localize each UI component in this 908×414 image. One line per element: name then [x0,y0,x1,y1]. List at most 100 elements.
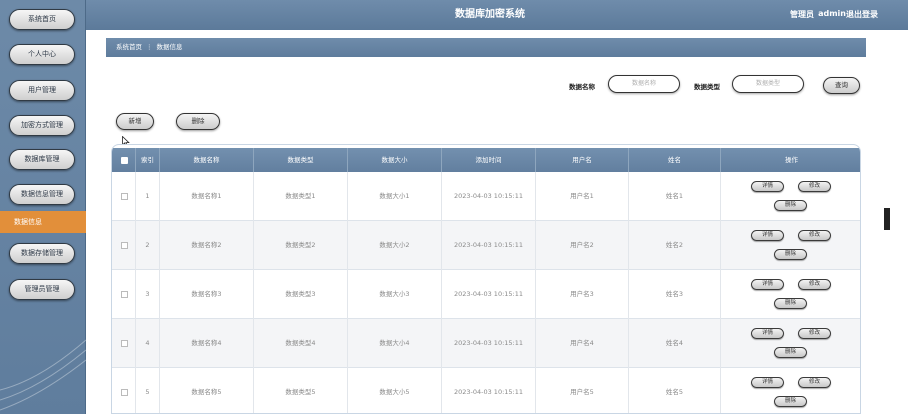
row-delete-button[interactable]: 删除 [774,347,807,358]
cell-index: 5 [136,368,160,413]
cell-name: 数据名称4 [160,319,254,368]
column-header-name: 数据名称 [160,148,254,172]
row-checkbox[interactable] [121,242,128,249]
cell-select [112,172,136,221]
row-delete-button[interactable]: 删除 [774,249,807,260]
data-name-input[interactable]: 数据名称 [608,75,680,93]
select-all-column [112,148,136,172]
detail-button[interactable]: 详情 [751,279,784,290]
sidebar-item-home[interactable]: 系统首页 [9,9,75,30]
sidebar-item-users[interactable]: 用户管理 [9,80,75,101]
breadcrumb: 系统首页 ⋮ 数据信息 [106,38,866,57]
sidebar-decoration [0,339,86,411]
logout-link[interactable]: 退出登录 [846,9,878,20]
sidebar: 系统首页 个人中心 用户管理 加密方式管理 数据库管理 数据信息管理 数据信息 … [0,0,86,414]
scroll-indicator[interactable] [884,208,890,230]
detail-button[interactable]: 详情 [751,328,784,339]
cell-realname: 姓名4 [629,319,721,368]
cell-type: 数据类型2 [254,221,348,270]
add-button[interactable]: 新增 [116,113,154,130]
cell-size: 数据大小3 [348,270,442,319]
data-type-label: 数据类型 [694,83,720,91]
query-button[interactable]: 查询 [823,77,860,94]
table-row: 4 数据名称4 数据类型4 数据大小4 2023-04-03 10:15:11 用户名4 姓… [112,319,860,368]
row-delete-button[interactable]: 删除 [774,298,807,309]
cell-type: 数据类型1 [254,172,348,221]
cell-index: 4 [136,319,160,368]
breadcrumb-home[interactable]: 系统首页 [116,43,142,51]
table-row: 2 数据名称2 数据类型2 数据大小2 2023-04-03 10:15:11 用户名2 姓… [112,221,860,270]
table-row: 5 数据名称5 数据类型5 数据大小5 2023-04-03 10:15:11 用户名5 姓… [112,368,860,413]
cell-select [112,319,136,368]
row-delete-button[interactable]: 删除 [774,200,807,211]
top-bar: 数据库加密系统 管理员 admin 退出登录 [86,0,908,30]
detail-button[interactable]: 详情 [751,181,784,192]
app-title: 数据库加密系统 [455,9,525,20]
sidebar-item-data-info[interactable]: 数据信息管理 [9,184,75,205]
edit-button[interactable]: 修改 [798,377,831,388]
detail-button[interactable]: 详情 [751,377,784,388]
cell-size: 数据大小4 [348,319,442,368]
column-header-type: 数据类型 [254,148,348,172]
row-checkbox[interactable] [121,193,128,200]
cell-size: 数据大小2 [348,221,442,270]
cell-username: 用户名5 [536,368,629,413]
cell-time: 2023-04-03 10:15:11 [442,319,536,368]
edit-button[interactable]: 修改 [798,230,831,241]
column-header-actions: 操作 [785,156,798,164]
cell-realname: 姓名2 [629,221,721,270]
column-header-realname: 姓名 [629,148,721,172]
sidebar-item-admins[interactable]: 管理员管理 [9,279,75,300]
sidebar-item-database[interactable]: 数据库管理 [9,149,75,170]
cell-type: 数据类型3 [254,270,348,319]
cell-type: 数据类型4 [254,319,348,368]
admin-username: admin [818,9,846,18]
delete-button[interactable]: 删除 [176,113,220,130]
cell-select [112,270,136,319]
select-all-checkbox[interactable] [121,157,128,164]
cell-username: 用户名1 [536,172,629,221]
edit-button[interactable]: 修改 [798,279,831,290]
breadcrumb-separator: ⋮ [146,43,153,51]
sidebar-item-storage[interactable]: 数据存储管理 [9,243,75,264]
row-actions: 详情 修改删除 [721,319,860,368]
sidebar-item-profile[interactable]: 个人中心 [9,44,75,65]
cell-index: 3 [136,270,160,319]
cell-username: 用户名4 [536,319,629,368]
detail-button[interactable]: 详情 [751,230,784,241]
cell-index: 2 [136,221,160,270]
cell-username: 用户名3 [536,270,629,319]
cell-name: 数据名称3 [160,270,254,319]
sidebar-item-data-info-active[interactable]: 数据信息 [0,211,86,233]
edit-button[interactable]: 修改 [798,328,831,339]
cell-type: 数据类型5 [254,368,348,413]
cell-size: 数据大小1 [348,172,442,221]
cell-realname: 姓名5 [629,368,721,413]
table-row: 1 数据名称1 数据类型1 数据大小1 2023-04-03 10:15:11 用户名1 姓… [112,172,860,221]
admin-role-label: 管理员 [790,10,814,19]
cell-time: 2023-04-03 10:15:11 [442,270,536,319]
cell-name: 数据名称2 [160,221,254,270]
column-header-time: 添加时间 [442,148,536,172]
row-checkbox[interactable] [121,340,128,347]
data-name-label: 数据名称 [569,83,595,91]
cell-realname: 姓名3 [629,270,721,319]
cell-realname: 姓名1 [629,172,721,221]
cell-username: 用户名2 [536,221,629,270]
table-body: 1 数据名称1 数据类型1 数据大小1 2023-04-03 10:15:11 用户名1 姓… [112,172,860,413]
data-type-input[interactable]: 数据类型 [732,75,804,93]
cell-name: 数据名称5 [160,368,254,413]
edit-button[interactable]: 修改 [798,181,831,192]
column-header-size: 数据大小 [348,148,442,172]
sidebar-item-encryption[interactable]: 加密方式管理 [9,115,75,136]
row-actions: 详情 修改删除 [721,270,860,319]
row-checkbox[interactable] [121,291,128,298]
row-delete-button[interactable]: 删除 [774,396,807,407]
table-row: 3 数据名称3 数据类型3 数据大小3 2023-04-03 10:15:11 用户名3 姓… [112,270,860,319]
row-checkbox[interactable] [121,389,128,396]
cell-select [112,221,136,270]
cell-time: 2023-04-03 10:15:11 [442,172,536,221]
column-header-index: 索引 [136,148,160,172]
row-actions: 详情 修改删除 [721,172,860,221]
row-actions: 详情 修改删除 [721,368,860,413]
